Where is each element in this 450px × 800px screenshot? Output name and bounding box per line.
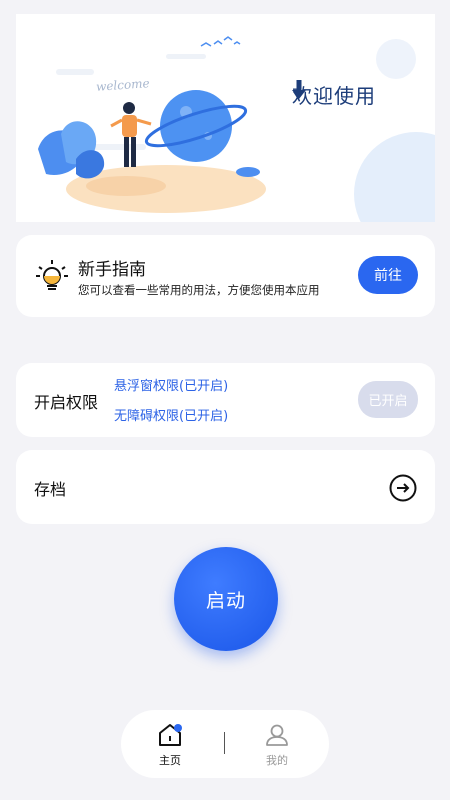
guide-title: 新手指南 [78, 260, 146, 280]
goto-guide-button[interactable]: 前往 [358, 256, 418, 294]
profile-icon [266, 724, 288, 746]
permissions-title: 开启权限 [34, 393, 99, 412]
permissions-enabled-button[interactable]: 已开启 [358, 381, 418, 418]
bottom-nav: 主页 我的 [121, 710, 329, 778]
permissions-card: 开启权限 悬浮窗权限(已开启) 无障碍权限(已开启) 已开启 [16, 363, 435, 437]
accessibility-permission-link[interactable]: 无障碍权限(已开启) [114, 405, 228, 424]
start-button[interactable]: 启动 [174, 547, 278, 651]
lightbulb-icon [36, 260, 68, 290]
welcome-banner: welcome 欢迎使用 [16, 14, 435, 222]
nav-divider [224, 732, 225, 754]
guide-description: 您可以查看一些常用的用法，方便您使用本应用 [78, 283, 320, 297]
archive-title: 存档 [34, 480, 67, 499]
archive-card[interactable]: 存档 [16, 450, 435, 524]
welcome-illustration [38, 36, 435, 222]
nav-label-mine: 我的 [266, 754, 288, 767]
nav-label-home: 主页 [159, 754, 181, 767]
arrow-right-circle-icon[interactable] [389, 474, 417, 502]
nav-item-mine[interactable]: 我的 [252, 722, 302, 768]
nav-item-home[interactable]: 主页 [145, 722, 195, 768]
arrow-down-icon [292, 80, 306, 99]
welcome-title: 欢迎使用 [292, 80, 376, 109]
guide-card: 新手指南 您可以查看一些常用的用法，方便您使用本应用 前往 [16, 235, 435, 317]
home-icon [159, 724, 182, 746]
overlay-permission-link[interactable]: 悬浮窗权限(已开启) [114, 375, 228, 394]
